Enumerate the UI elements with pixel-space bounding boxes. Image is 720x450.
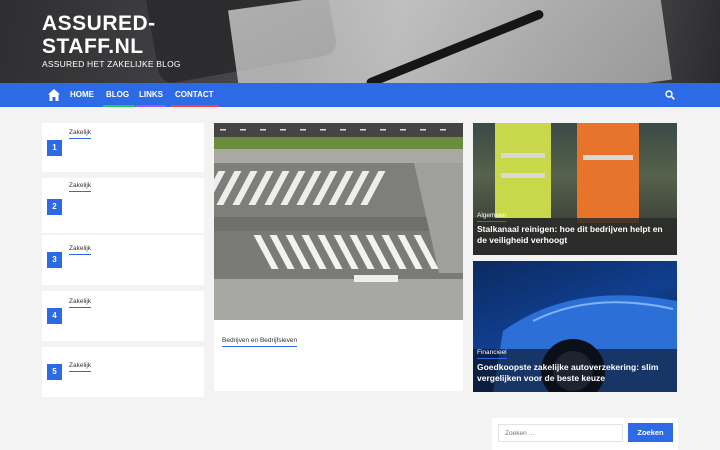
- nav-item-contact[interactable]: CONTACT: [175, 83, 214, 107]
- list-item[interactable]: Zakelijk 2: [42, 178, 204, 233]
- featured-post-category[interactable]: Financieel: [477, 349, 507, 359]
- featured-post-card[interactable]: Financieel Goedkoopste zakelijke autover…: [473, 261, 677, 392]
- list-item[interactable]: Zakelijk 3: [42, 235, 204, 285]
- list-item-number: 2: [47, 199, 62, 215]
- main-post-image[interactable]: [214, 123, 463, 320]
- main-navigation: HOME BLOG LINKS CONTACT: [0, 83, 720, 107]
- list-item[interactable]: Zakelijk 5: [42, 347, 204, 397]
- search-icon[interactable]: [665, 90, 675, 100]
- site-tagline: ASSURED HET ZAKELIJKE BLOG: [42, 59, 181, 69]
- featured-post-title[interactable]: Goedkoopste zakelijke autoverzekering: s…: [477, 362, 673, 384]
- main-post-category[interactable]: Bedrijven en Bedrijfsleven: [222, 337, 298, 347]
- list-item-number: 4: [47, 308, 62, 324]
- list-item-category[interactable]: Zakelijk: [69, 245, 92, 255]
- list-item[interactable]: Zakelijk 1: [42, 123, 204, 172]
- list-item-number: 1: [47, 140, 62, 156]
- nav-item-blog[interactable]: BLOG: [106, 83, 129, 107]
- search-button[interactable]: Zoeken: [628, 423, 673, 442]
- nav-underline-contact: [171, 105, 219, 107]
- featured-post-category[interactable]: Algemeen: [477, 212, 507, 222]
- search-input[interactable]: [498, 424, 623, 442]
- list-item-category[interactable]: Zakelijk: [69, 182, 92, 192]
- list-item-category[interactable]: Zakelijk: [69, 129, 92, 139]
- list-item-category[interactable]: Zakelijk: [69, 298, 92, 308]
- site-header: ASSURED-STAFF.NL ASSURED HET ZAKELIJKE B…: [0, 0, 720, 83]
- featured-post-title[interactable]: Stalkanaal reinigen: hoe dit bedrijven h…: [477, 224, 673, 246]
- list-item[interactable]: Zakelijk 4: [42, 291, 204, 341]
- main-post-card[interactable]: Bedrijven en Bedrijfsleven: [214, 123, 463, 391]
- site-title[interactable]: ASSURED-STAFF.NL: [42, 12, 242, 58]
- list-item-number: 5: [47, 364, 62, 380]
- nav-item-home[interactable]: HOME: [70, 83, 94, 107]
- featured-post-card[interactable]: Algemeen Stalkanaal reinigen: hoe dit be…: [473, 123, 677, 255]
- nav-underline-home: [67, 105, 99, 107]
- list-item-category[interactable]: Zakelijk: [69, 362, 92, 372]
- parking-lot-illustration: [214, 123, 463, 320]
- nav-underline-links: [136, 105, 166, 107]
- header-paper-graphic: [228, 0, 672, 83]
- list-item-number: 3: [47, 252, 62, 268]
- home-icon[interactable]: [47, 88, 61, 102]
- nav-item-links[interactable]: LINKS: [139, 83, 163, 107]
- nav-underline-blog: [103, 105, 135, 107]
- search-widget: Zoeken: [492, 418, 678, 450]
